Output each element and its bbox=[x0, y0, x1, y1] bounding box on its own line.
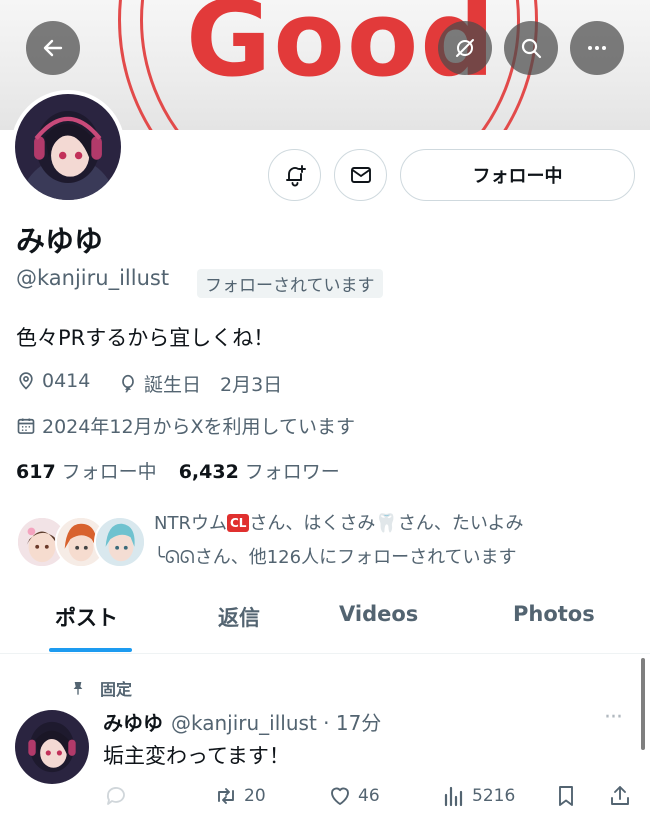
views-count: 5216 bbox=[472, 786, 516, 806]
avatar-image bbox=[15, 94, 121, 200]
post-more-button[interactable]: ··· bbox=[604, 705, 623, 730]
tooth-emoji: 🦷 bbox=[375, 513, 398, 534]
location: 0414 bbox=[16, 370, 90, 392]
share-button[interactable] bbox=[608, 784, 638, 808]
scrollbar[interactable] bbox=[641, 658, 645, 750]
no-translate-icon bbox=[456, 39, 474, 57]
username: @kanjiru_illust bbox=[16, 266, 170, 290]
profile-tabs: ポスト 返信 Videos Photos bbox=[0, 590, 650, 654]
tab-photos[interactable]: Photos bbox=[513, 602, 595, 626]
share-icon bbox=[611, 786, 629, 805]
follower-avatar[interactable] bbox=[94, 516, 146, 568]
more-button[interactable] bbox=[570, 21, 624, 75]
tab-replies[interactable]: 返信 bbox=[218, 602, 260, 632]
post-author[interactable]: みゆゆ bbox=[103, 711, 163, 735]
active-tab-indicator bbox=[49, 648, 132, 652]
post-header: みゆゆ @kanjiru_illust · 17分 bbox=[103, 707, 381, 736]
post-handle-time: @kanjiru_illust · 17分 bbox=[171, 711, 382, 735]
like-count: 46 bbox=[358, 786, 380, 806]
following-button-label: フォロー中 bbox=[472, 166, 563, 187]
birthday: 誕生日 2月3日 bbox=[118, 370, 282, 397]
translate-toggle-button[interactable] bbox=[438, 21, 492, 75]
location-pin-icon bbox=[19, 372, 33, 390]
back-button[interactable] bbox=[26, 21, 80, 75]
retweet-button[interactable]: 20 bbox=[214, 784, 266, 808]
reply-button[interactable] bbox=[104, 784, 134, 808]
message-button[interactable] bbox=[334, 149, 387, 201]
notify-button[interactable] bbox=[268, 149, 321, 201]
views-chart-icon bbox=[444, 786, 463, 807]
follow-counts: 617 フォロー中 6,432 フォロワー bbox=[16, 457, 340, 484]
bio: 色々PRするから宜しくね！ bbox=[16, 326, 275, 350]
join-date-text: 2024年12月からXを利用しています bbox=[42, 416, 355, 438]
arrow-left-icon bbox=[43, 39, 63, 57]
pin-icon bbox=[73, 682, 83, 695]
followers-count[interactable]: 6,432 フォロワー bbox=[179, 457, 340, 484]
envelope-icon bbox=[350, 167, 371, 183]
follows-you-badge: フォローされています bbox=[197, 269, 383, 298]
bookmark-icon bbox=[559, 786, 573, 806]
bell-plus-icon bbox=[285, 165, 306, 187]
more-icon bbox=[588, 46, 606, 50]
cl-badge: CL bbox=[226, 514, 250, 532]
followed-by-text[interactable]: NTRウム CL さん、はくさみ🦷さん、たいよみ ╰ᘏᘏさん、他126人にフォローさ… bbox=[154, 507, 624, 575]
post-avatar[interactable] bbox=[15, 710, 89, 784]
profile-avatar[interactable] bbox=[11, 90, 125, 204]
following-button[interactable]: フォロー中 bbox=[400, 149, 635, 201]
display-name: みゆゆ bbox=[16, 224, 104, 258]
retweet-icon bbox=[218, 788, 234, 804]
retweet-count: 20 bbox=[244, 786, 266, 806]
pinned-label: 固定 bbox=[70, 676, 132, 700]
like-button[interactable]: 46 bbox=[328, 784, 380, 808]
join-date: 2024年12月からXを利用しています bbox=[16, 412, 355, 439]
tab-videos[interactable]: Videos bbox=[339, 602, 418, 626]
heart-icon bbox=[331, 787, 349, 805]
reply-icon bbox=[106, 787, 125, 805]
calendar-icon bbox=[17, 418, 35, 434]
location-text: 0414 bbox=[42, 370, 91, 392]
search-button[interactable] bbox=[504, 21, 558, 75]
balloon-icon bbox=[122, 374, 134, 392]
search-icon bbox=[521, 38, 542, 59]
birthday-text: 誕生日 2月3日 bbox=[144, 374, 283, 396]
tab-posts[interactable]: ポスト bbox=[55, 602, 118, 632]
views-button[interactable]: 5216 bbox=[442, 784, 515, 808]
following-count[interactable]: 617 フォロー中 bbox=[16, 457, 157, 484]
post-text: 垢主変わってます！ bbox=[103, 744, 290, 768]
bookmark-button[interactable] bbox=[554, 784, 584, 808]
